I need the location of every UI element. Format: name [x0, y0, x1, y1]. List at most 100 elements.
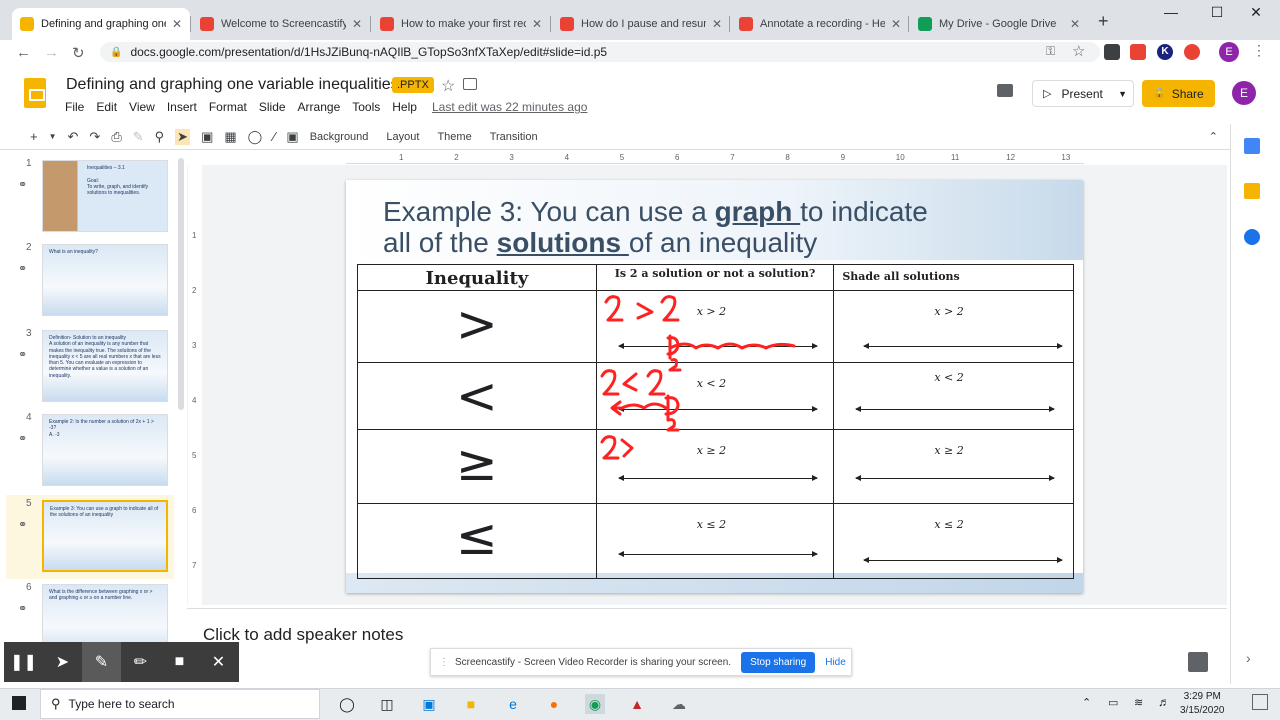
- star-icon[interactable]: ☆: [1072, 42, 1085, 60]
- screencastify-icon[interactable]: [1184, 44, 1200, 60]
- line-icon[interactable]: ∕: [273, 129, 275, 144]
- calendar-icon[interactable]: [1244, 138, 1260, 154]
- paint-format-icon[interactable]: ✎: [133, 129, 144, 145]
- new-tab-button[interactable]: +: [1098, 11, 1109, 32]
- pdf-extension-icon[interactable]: [1130, 44, 1146, 60]
- document-title[interactable]: Defining and graphing one variable inequ…: [66, 76, 399, 94]
- chevron-right-icon[interactable]: ›: [1246, 650, 1251, 666]
- close-window-icon[interactable]: ✕: [1241, 4, 1271, 21]
- theme-button[interactable]: Theme: [437, 131, 471, 143]
- reload-icon[interactable]: ↻: [72, 44, 85, 62]
- taskbar-clock[interactable]: 3:29 PM 3/15/2020: [1180, 690, 1225, 718]
- windows-start-icon[interactable]: [12, 696, 26, 710]
- pause-icon[interactable]: ❚❚: [4, 642, 43, 682]
- extension-icon[interactable]: [1104, 44, 1120, 60]
- browser-tab[interactable]: How do I pause and resume ✕: [552, 8, 730, 40]
- volume-icon[interactable]: ♬: [1158, 695, 1170, 709]
- acrobat-icon[interactable]: ▲: [627, 694, 647, 714]
- chrome-menu-icon[interactable]: ⋮: [1252, 42, 1266, 59]
- tab-close-icon[interactable]: ✕: [352, 17, 362, 31]
- app-icon[interactable]: ☁: [669, 694, 689, 714]
- battery-icon[interactable]: ▭: [1108, 696, 1118, 709]
- share-button[interactable]: 🔒 Share: [1142, 80, 1215, 107]
- edge-icon[interactable]: e: [503, 694, 523, 714]
- store-icon[interactable]: ▣: [419, 694, 439, 714]
- slide-thumbnail[interactable]: Example 3: You can use a graph to indica…: [42, 500, 168, 572]
- file-explorer-icon[interactable]: ■: [461, 694, 481, 714]
- slide-thumbnail[interactable]: Definition- Solution to an inequality A …: [42, 330, 168, 402]
- chevron-down-icon[interactable]: ▼: [49, 132, 57, 141]
- minimize-icon[interactable]: —: [1156, 4, 1186, 20]
- menu-insert[interactable]: Insert: [167, 100, 197, 114]
- shade-cell[interactable]: x ≤ 2: [833, 503, 1074, 579]
- slides-logo[interactable]: [24, 78, 46, 108]
- tab-close-icon[interactable]: ✕: [712, 17, 722, 31]
- tab-close-icon[interactable]: ✕: [1070, 17, 1080, 31]
- explore-icon[interactable]: [1188, 652, 1208, 672]
- shade-cell[interactable]: x ≥ 2: [833, 429, 1074, 504]
- star-icon[interactable]: ☆: [441, 76, 455, 96]
- maximize-icon[interactable]: ☐: [1202, 4, 1232, 21]
- filmstrip-scrollbar[interactable]: [178, 158, 184, 410]
- transition-button[interactable]: Transition: [490, 131, 538, 143]
- layout-button[interactable]: Layout: [386, 131, 419, 143]
- menu-tools[interactable]: Tools: [352, 100, 380, 114]
- undo-icon[interactable]: ↶: [68, 129, 79, 145]
- wifi-icon[interactable]: ≋: [1134, 696, 1143, 709]
- firefox-icon[interactable]: ●: [544, 694, 564, 714]
- slide-thumbnail[interactable]: What is the difference between graphing …: [42, 584, 168, 642]
- key-icon[interactable]: ⚿: [1046, 44, 1055, 59]
- stop-sharing-button[interactable]: Stop sharing: [741, 651, 816, 673]
- menu-format[interactable]: Format: [209, 100, 247, 114]
- chevron-down-icon[interactable]: ▼: [1118, 89, 1127, 99]
- shade-cell[interactable]: x > 2: [833, 290, 1074, 363]
- camera-icon[interactable]: ■: [160, 642, 199, 682]
- last-edit-link[interactable]: Last edit was 22 minutes ago: [432, 100, 587, 114]
- tab-close-icon[interactable]: ✕: [172, 17, 182, 31]
- menu-help[interactable]: Help: [392, 100, 417, 114]
- text-box-icon[interactable]: ▣: [201, 129, 213, 145]
- hide-button[interactable]: Hide: [825, 657, 846, 668]
- solution-cell[interactable]: x ≤ 2: [595, 503, 835, 579]
- task-view-icon[interactable]: ◫: [377, 694, 397, 714]
- shape-icon[interactable]: ◯: [248, 129, 263, 145]
- cursor-icon[interactable]: ➤: [43, 642, 82, 682]
- zoom-icon[interactable]: ⚲: [155, 129, 165, 145]
- slide-thumbnail[interactable]: Inequalities – 3.1 Goal: To write, graph…: [42, 160, 168, 232]
- extension-k-icon[interactable]: K: [1157, 44, 1173, 60]
- menu-view[interactable]: View: [129, 100, 155, 114]
- background-button[interactable]: Background: [310, 131, 369, 143]
- pen-icon[interactable]: ✎: [82, 642, 121, 682]
- select-icon[interactable]: ➤: [175, 128, 191, 145]
- move-to-folder-icon[interactable]: [463, 78, 477, 90]
- menu-arrange[interactable]: Arrange: [298, 100, 341, 114]
- keep-icon[interactable]: [1244, 183, 1260, 199]
- redo-icon[interactable]: ↷: [89, 129, 100, 145]
- browser-tab[interactable]: How to make your first reco ✕: [372, 8, 550, 40]
- address-bar[interactable]: 🔒 docs.google.com/presentation/d/1HsJZiB…: [100, 42, 1100, 62]
- add-comment-icon[interactable]: ▣: [286, 129, 298, 145]
- close-icon[interactable]: ✕: [199, 642, 238, 682]
- browser-tab[interactable]: Welcome to Screencastify! | ✕: [192, 8, 370, 40]
- chrome-icon[interactable]: ◉: [585, 694, 605, 714]
- notes-divider[interactable]: [187, 608, 1227, 609]
- slide-thumbnail[interactable]: Example 2: Is the number a solution of 2…: [42, 414, 168, 486]
- collapse-toolbar-icon[interactable]: ⌃: [1209, 130, 1218, 143]
- taskbar-search[interactable]: ⚲ Type here to search: [40, 689, 320, 719]
- tab-close-icon[interactable]: ✕: [891, 17, 901, 31]
- print-icon[interactable]: ⎙: [111, 129, 121, 145]
- drag-handle-icon[interactable]: ⋮: [439, 657, 449, 668]
- action-center-icon[interactable]: [1252, 694, 1268, 710]
- comment-icon[interactable]: [997, 84, 1013, 97]
- image-icon[interactable]: ▦: [224, 129, 236, 145]
- tab-close-icon[interactable]: ✕: [532, 17, 542, 31]
- highlighter-icon[interactable]: ✏: [121, 642, 160, 682]
- slide-title[interactable]: Example 3: You can use a graph to indica…: [383, 196, 1063, 258]
- shade-cell[interactable]: x < 2: [833, 362, 1074, 430]
- menu-file[interactable]: File: [65, 100, 84, 114]
- forward-icon[interactable]: →: [44, 44, 59, 61]
- profile-avatar[interactable]: E: [1219, 42, 1239, 62]
- account-avatar[interactable]: E: [1232, 81, 1256, 105]
- present-button[interactable]: ▷ Present ▼: [1032, 80, 1134, 107]
- tray-chevron-icon[interactable]: ⌃: [1082, 696, 1091, 709]
